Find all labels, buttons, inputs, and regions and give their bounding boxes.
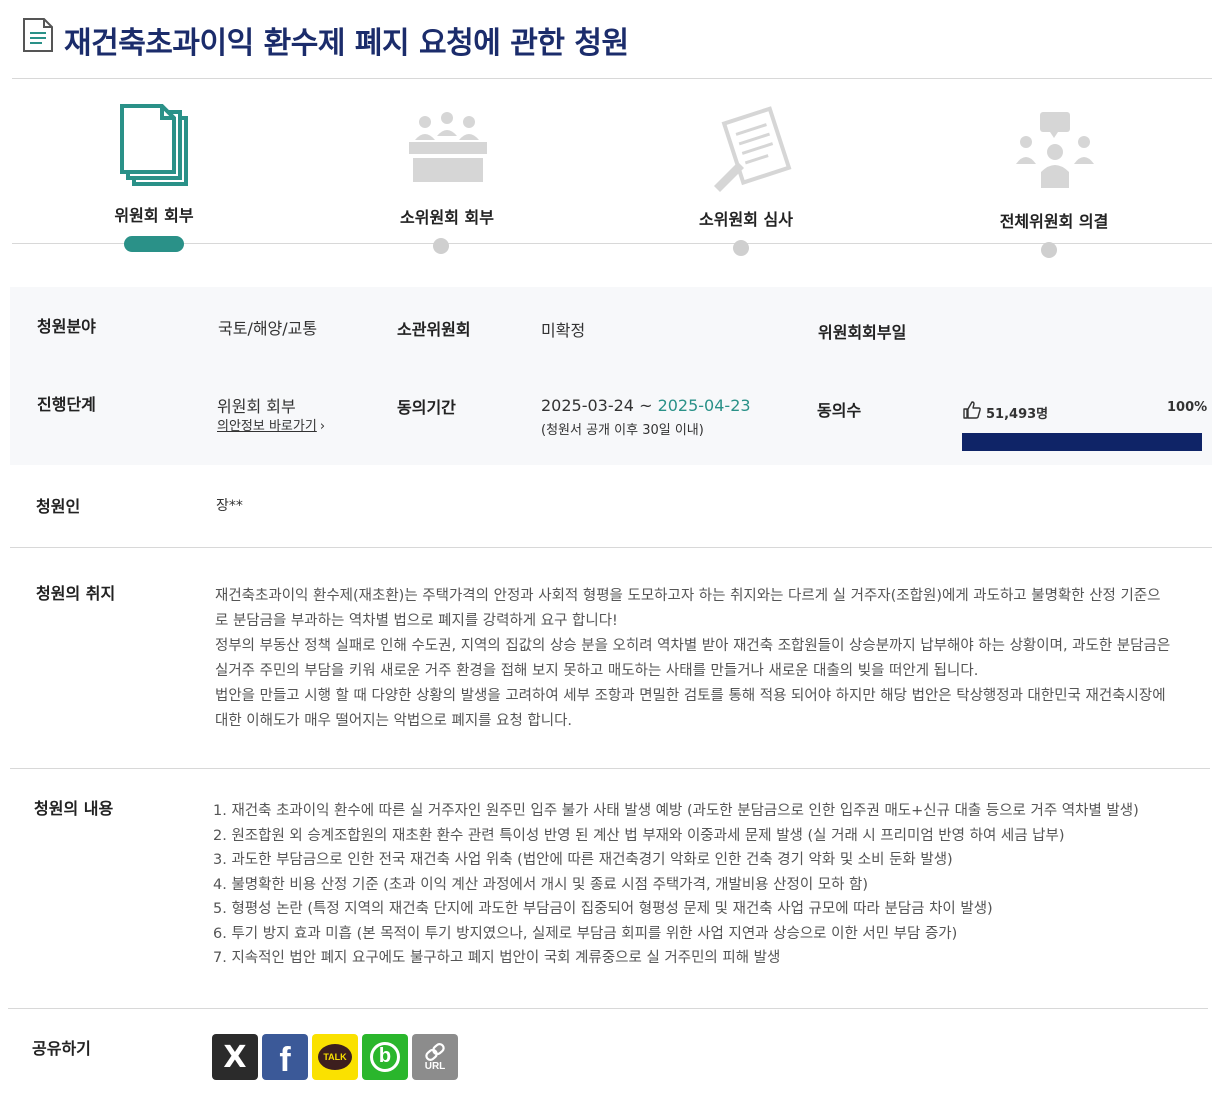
field-value: 국토/해양/교통 — [218, 319, 318, 338]
content-item: 6. 투기 방지 효과 미흡 (본 목적이 투기 방지였으나, 실제로 부담금 … — [213, 925, 958, 942]
bill-info-link-text: 의안정보 바로가기 — [217, 419, 317, 434]
petitioner-label: 청원인 — [36, 497, 81, 516]
purpose-line: 대한 이해도가 매우 떨어지는 악법으로 폐지를 요청 합니다. — [215, 713, 573, 729]
full-committee-icon — [1016, 112, 1094, 188]
agree-period-separator: ~ — [633, 396, 658, 415]
purpose-line: 로 분담금을 부과하는 역차별 법으로 폐지를 강력하게 요구 합니다! — [215, 613, 618, 629]
committee-value: 미확정 — [541, 321, 586, 340]
purpose-line: 법안을 만들고 시행 할 때 다양한 상황의 발생을 고려하여 세부 조항과 면… — [215, 688, 1166, 704]
divider-1 — [10, 547, 1212, 548]
divider-2 — [10, 768, 1210, 769]
step-label-3: 소위원회 심사 — [699, 210, 793, 229]
share-label: 공유하기 — [32, 1039, 91, 1058]
petitioner-value: 장** — [216, 498, 243, 514]
content-item: 7. 지속적인 법안 폐지 요구에도 불구하고 폐지 법안이 국회 계류중으로 … — [213, 950, 781, 966]
step-indicator-4 — [1041, 242, 1057, 258]
purpose-text: 재건축초과이익 환수제(재초환)는 주택가격의 안정과 사회적 형평을 도모하고… — [215, 584, 1205, 734]
committee-meeting-icon — [409, 112, 487, 182]
document-icon — [23, 18, 53, 52]
content-item: 3. 과도한 부담금으로 인한 전국 재건축 사업 위축 (법안에 따른 재건축… — [213, 852, 953, 868]
stage-label: 진행단계 — [37, 395, 96, 414]
agree-count: 51,493명 — [986, 407, 1049, 422]
x-icon: X — [223, 1039, 247, 1075]
content-item: 1. 재건축 초과이익 환수에 따른 실 거주자인 원주민 입주 불가 사태 발… — [213, 803, 1139, 819]
link-icon — [425, 1042, 445, 1061]
step-label-2: 소위원회 회부 — [400, 208, 494, 227]
agree-percent: 100% — [1167, 400, 1208, 415]
purpose-line: 정부의 부동산 정책 실패로 인해 수도권, 지역의 집값의 상승 분을 오히려… — [215, 638, 1171, 654]
agree-period-note: (청원서 공개 이후 30일 이내) — [541, 423, 704, 438]
content-item: 2. 원조합원 외 승계조합원의 재초환 환수 관련 특이성 반영 된 계산 법… — [213, 827, 1065, 844]
share-url-button[interactable]: URL — [412, 1034, 458, 1080]
purpose-line: 실거주 주민의 부담을 키워 새로운 거주 환경을 접해 보지 못하고 매도하는… — [215, 663, 979, 679]
title-divider — [12, 78, 1212, 79]
content-list: 1. 재건축 초과이익 환수에 따른 실 거주자인 원주민 입주 불가 사태 발… — [213, 799, 1203, 971]
agree-progress-track — [962, 433, 1202, 451]
share-band-button[interactable]: b — [362, 1034, 408, 1080]
purpose-label: 청원의 취지 — [36, 584, 116, 603]
step-indicator-3 — [733, 240, 749, 256]
agree-end-date: 2025-04-23 — [657, 396, 751, 415]
purpose-line: 재건축초과이익 환수제(재초환)는 주택가격의 안정과 사회적 형평을 도모하고… — [215, 588, 1161, 604]
step-label-4: 전체위원회 의결 — [999, 212, 1109, 231]
content-item: 4. 불명확한 비용 산정 기준 (초과 이익 계산 과정에서 개시 및 종료 … — [213, 876, 869, 893]
agree-period-label: 동의기간 — [397, 398, 456, 417]
step-indicator-2 — [433, 238, 449, 254]
agree-count-label: 동의수 — [817, 401, 862, 420]
step-indicator-active — [124, 236, 184, 252]
agree-progress-fill — [962, 433, 1202, 451]
share-x-button[interactable]: X — [212, 1034, 258, 1080]
stage-value: 위원회 회부 — [217, 397, 296, 416]
agree-period: 2025-03-24 ~ 2025-04-23 — [541, 396, 751, 415]
steps-line — [12, 243, 1212, 244]
facebook-icon: f — [279, 1040, 291, 1079]
documents-stack-icon — [120, 104, 188, 186]
kakaotalk-icon-text: TALK — [323, 1052, 347, 1062]
bill-info-link[interactable]: 의안정보 바로가기 › — [217, 415, 325, 434]
thumbs-up-icon — [963, 401, 981, 419]
content-label: 청원의 내용 — [34, 799, 114, 818]
referral-date-label: 위원회회부일 — [818, 323, 907, 342]
share-facebook-button[interactable]: f — [262, 1034, 308, 1080]
divider-3 — [8, 1008, 1208, 1009]
band-icon: b — [370, 1042, 400, 1072]
field-label: 청원분야 — [37, 317, 96, 336]
url-icon-text: URL — [424, 1060, 446, 1072]
page-title: 재건축초과이익 환수제 폐지 요청에 관한 청원 — [64, 26, 629, 61]
band-icon-text: b — [378, 1044, 392, 1067]
chevron-right-icon: › — [319, 419, 326, 434]
agree-start-date: 2025-03-24 — [541, 396, 634, 415]
committee-label: 소관위원회 — [397, 320, 471, 339]
document-review-icon — [714, 106, 792, 192]
step-label-1: 위원회 회부 — [114, 206, 194, 225]
kakaotalk-icon: TALK — [318, 1044, 352, 1070]
share-kakaotalk-button[interactable]: TALK — [312, 1034, 358, 1080]
content-item: 5. 형평성 논란 (특정 지역의 재건축 단지에 과도한 부담금이 집중되어 … — [213, 901, 993, 917]
